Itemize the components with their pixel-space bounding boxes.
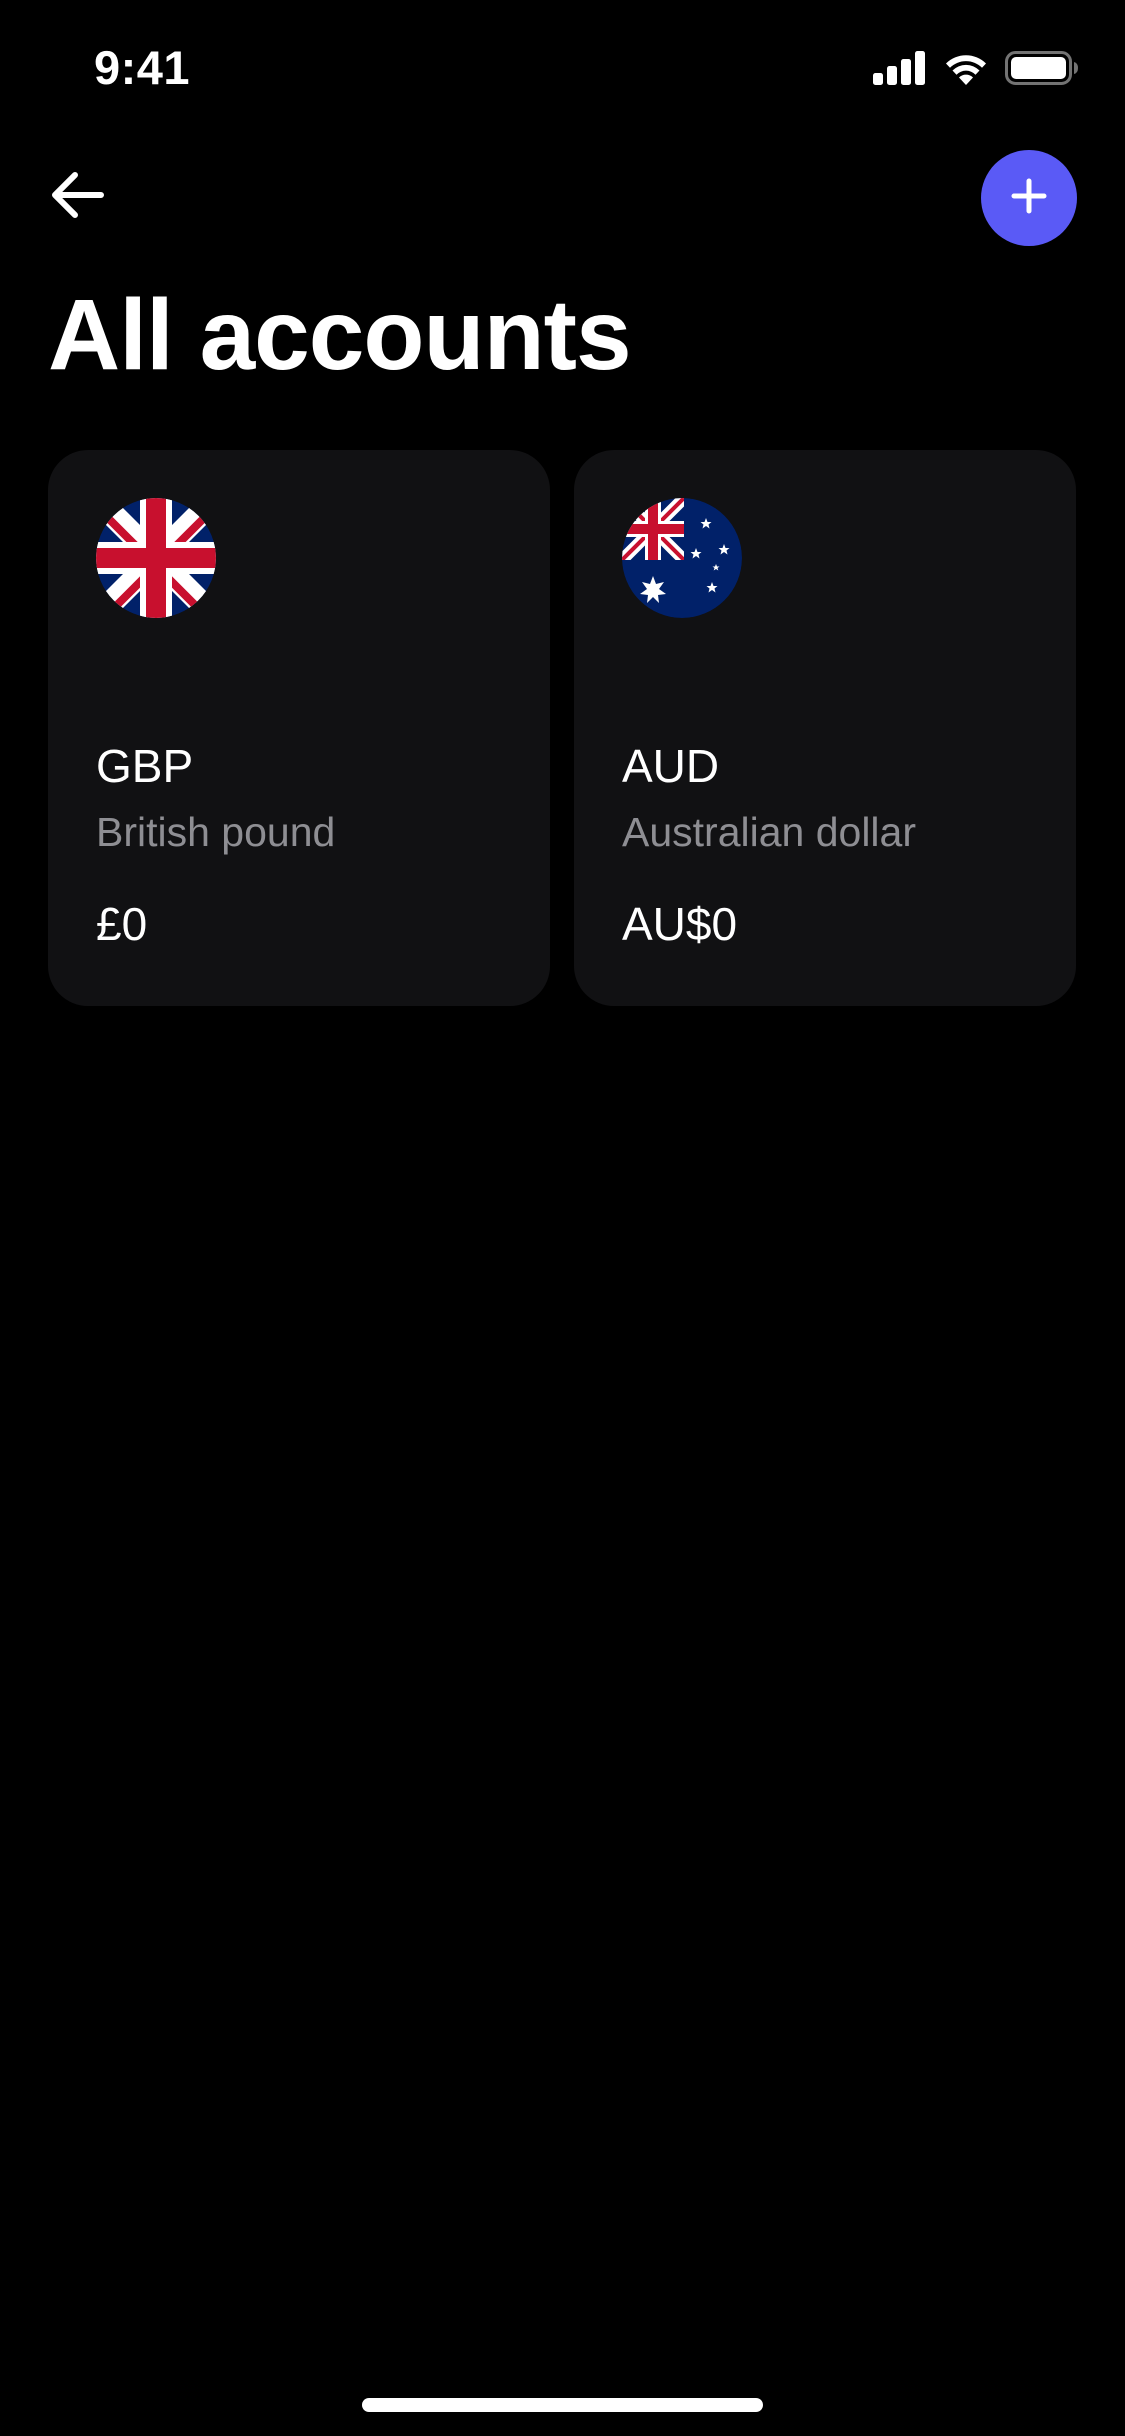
back-button[interactable] — [40, 160, 114, 234]
battery-icon — [1005, 50, 1079, 90]
cellular-signal-icon — [873, 50, 927, 90]
account-code: AUD — [622, 740, 720, 792]
page-title: All accounts — [48, 279, 632, 391]
home-indicator[interactable] — [362, 2398, 763, 2412]
account-card-gbp[interactable]: GBP British pound £0 — [48, 450, 550, 1006]
status-time: 9:41 — [94, 41, 191, 94]
account-balance: AU$0 — [622, 898, 738, 950]
account-balance: £0 — [96, 898, 148, 950]
status-bar: 9:41 — [0, 0, 1125, 140]
account-name: British pound — [96, 809, 336, 855]
australia-flag-icon — [622, 498, 742, 618]
account-card-aud[interactable]: AUD Australian dollar AU$0 — [574, 450, 1076, 1006]
status-icons — [873, 50, 1079, 90]
wifi-icon — [943, 51, 989, 90]
uk-flag-icon — [96, 498, 216, 618]
arrow-left-icon — [49, 170, 105, 225]
plus-icon — [1011, 178, 1047, 219]
account-code: GBP — [96, 740, 194, 792]
account-name: Australian dollar — [622, 809, 916, 855]
add-account-button[interactable] — [981, 150, 1077, 246]
